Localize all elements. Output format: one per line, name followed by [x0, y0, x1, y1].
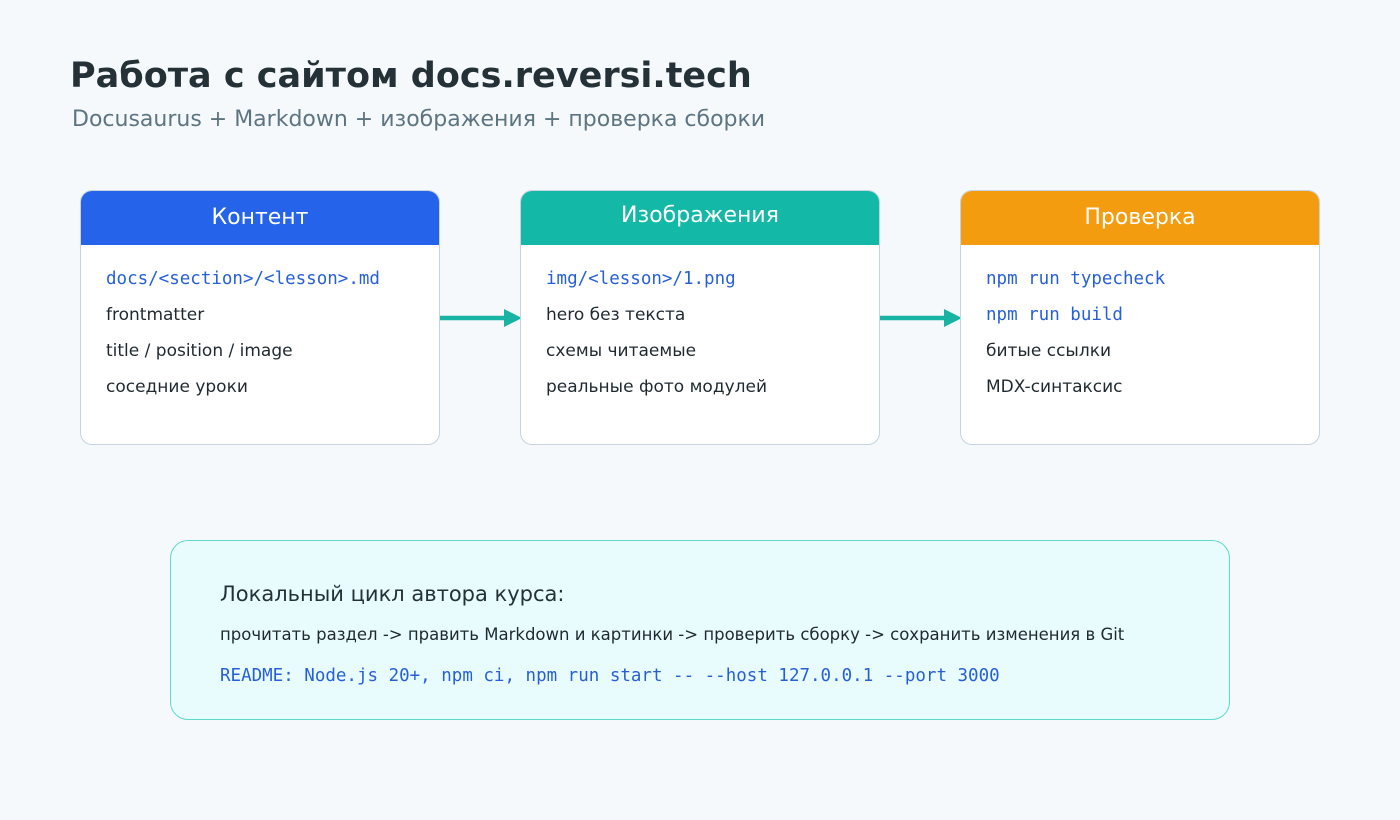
- card-check-item: MDX-синтаксис: [986, 376, 1123, 397]
- readme-command: README: Node.js 20+, npm ci, npm run sta…: [220, 666, 1000, 686]
- author-loop-box: Локальный цикл автора курса: прочитать р…: [170, 540, 1230, 720]
- card-content-item: frontmatter: [106, 304, 205, 325]
- page-title: Работа с сайтом docs.reversi.tech: [70, 56, 752, 96]
- card-images: Изображения img/<lesson>/1.png hero без …: [520, 190, 880, 445]
- author-loop-flow: прочитать раздел -> править Markdown и к…: [220, 625, 1125, 644]
- card-check-item: npm run build: [986, 304, 1123, 325]
- card-check-item: битые ссылки: [986, 340, 1112, 361]
- card-images-title: Изображения: [521, 191, 879, 245]
- card-check: Проверка npm run typecheck npm run build…: [960, 190, 1320, 445]
- card-content-title: Контент: [81, 191, 439, 245]
- arrow-images-to-check: [880, 309, 962, 327]
- card-check-item: npm run typecheck: [986, 268, 1166, 289]
- card-content-item: соседние уроки: [106, 376, 248, 397]
- card-images-item: hero без текста: [546, 304, 686, 325]
- arrow-content-to-images: [440, 309, 522, 327]
- card-content-item: title / position / image: [106, 340, 293, 361]
- card-content-item: docs/<section>/<lesson>.md: [106, 268, 380, 289]
- card-images-item: реальные фото модулей: [546, 376, 768, 397]
- card-images-item: img/<lesson>/1.png: [546, 268, 736, 289]
- card-content: Контент docs/<section>/<lesson>.md front…: [80, 190, 440, 445]
- author-loop-title: Локальный цикл автора курса:: [220, 582, 565, 606]
- page-subtitle: Docusaurus + Markdown + изображения + пр…: [72, 107, 766, 132]
- card-images-item: схемы читаемые: [546, 340, 697, 361]
- card-check-title: Проверка: [961, 191, 1319, 245]
